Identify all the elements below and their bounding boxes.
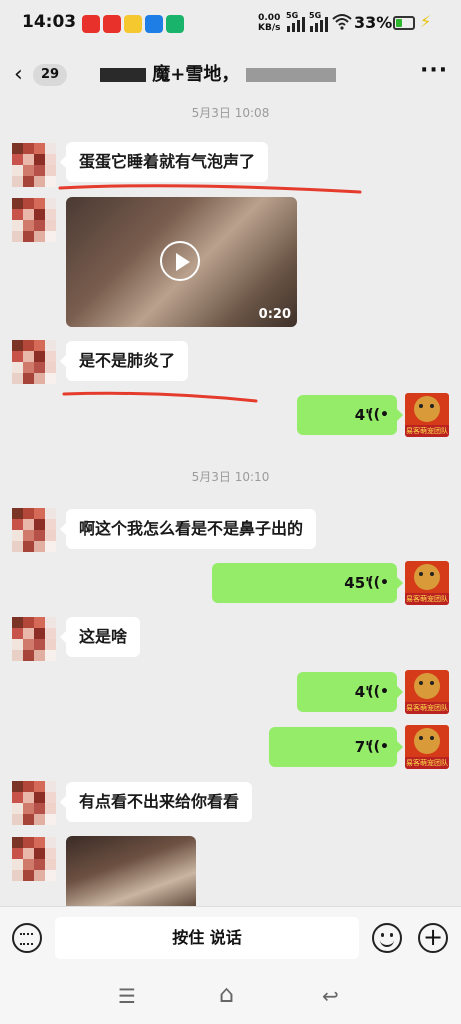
status-time: 14:03 [22,12,77,32]
contact-avatar[interactable] [12,617,56,661]
message-bubble[interactable]: 有点看不出来给你看看 [59,782,253,822]
contact-avatar[interactable] [12,781,56,825]
timestamp: 5月3日 10:08 [191,106,270,120]
notification-icon-app5 [166,15,184,33]
my-avatar[interactable]: 易客萌宠团队 [405,670,449,714]
plus-icon[interactable]: + [418,923,448,953]
red-annotation-underline [58,184,362,194]
wifi-icon [332,13,352,35]
back-nav-icon[interactable]: ↩ [322,984,339,1008]
play-icon[interactable] [160,241,200,281]
signal1-label: 5G [286,11,299,20]
battery-percent: 33% [354,13,393,32]
chat-title-text: 魔+雪地， [152,64,240,85]
notification-icon-app3 [124,15,142,33]
voice-message[interactable]: 7" ((• [269,727,403,767]
my-avatar-caption: 易客萌宠团队 [405,757,449,769]
message-bubble[interactable]: 蛋蛋它睡着就有气泡声了 [59,142,269,182]
chat-header: ‹ 29 魔+雪地， ··· [0,48,461,100]
voice-wave-icon: ((• [367,739,389,755]
voice-wave-icon: ((• [367,684,389,700]
net-speed: 0.00 KB/s [258,13,280,33]
charging-icon: ⚡ [420,12,432,31]
battery-icon [393,16,415,30]
contact-avatar[interactable] [12,198,56,242]
hold-to-talk-button[interactable]: 按住 说话 [55,917,359,959]
contact-avatar[interactable] [12,340,56,384]
notification-icon-app1 [82,15,100,33]
my-avatar[interactable]: 易客萌宠团队 [405,561,449,605]
my-avatar-caption: 易客萌宠团队 [405,593,449,605]
input-bar: 按住 说话 + [0,906,461,971]
image-message[interactable] [66,836,196,908]
video-message[interactable]: 0:20 [66,197,297,327]
voice-message[interactable]: 4" ((• [297,395,403,435]
net-speed-unit: KB/s [258,23,281,33]
keyboard-toggle-icon[interactable] [12,923,42,953]
system-nav-bar: ☰ ⌂ ↩ [0,970,461,1024]
contact-avatar[interactable] [12,837,56,881]
notification-icon-app2 [103,15,121,33]
signal2-label: 5G [309,11,322,20]
voice-message[interactable]: 4" ((• [297,672,403,712]
title-redaction-2 [245,68,336,82]
contact-avatar[interactable] [12,143,56,187]
menu-icon[interactable]: ☰ [118,984,136,1008]
my-avatar[interactable]: 易客萌宠团队 [405,393,449,437]
message-bubble[interactable]: 啊这个我怎么看是不是鼻子出的 [59,509,317,549]
unread-count-badge[interactable]: 29 [33,64,68,86]
voice-message[interactable]: 45" ((• [212,563,403,603]
message-bubble[interactable]: 这是啥 [59,617,141,657]
red-annotation-underline [62,391,258,403]
home-icon[interactable]: ⌂ [219,980,234,1008]
more-options-button[interactable]: ··· [420,58,448,83]
notification-icon-app4 [145,15,163,33]
video-duration: 0:20 [258,307,291,322]
back-button[interactable]: ‹ [14,62,23,87]
status-bar: 14:03 0.00 KB/s 5G 5G 33% ⚡ [0,0,461,48]
contact-avatar[interactable] [12,508,56,552]
voice-wave-icon: ((• [367,407,389,423]
chat-title[interactable]: 魔+雪地， [100,60,400,86]
my-avatar-caption: 易客萌宠团队 [405,702,449,714]
timestamp: 5月3日 10:10 [191,470,270,484]
title-redaction-1 [100,68,146,82]
emoji-icon[interactable] [372,923,402,953]
my-avatar[interactable]: 易客萌宠团队 [405,725,449,769]
net-speed-value: 0.00 [258,13,281,23]
voice-wave-icon: ((• [367,575,389,591]
message-bubble[interactable]: 是不是肺炎了 [59,341,189,381]
my-avatar-caption: 易客萌宠团队 [405,425,449,437]
